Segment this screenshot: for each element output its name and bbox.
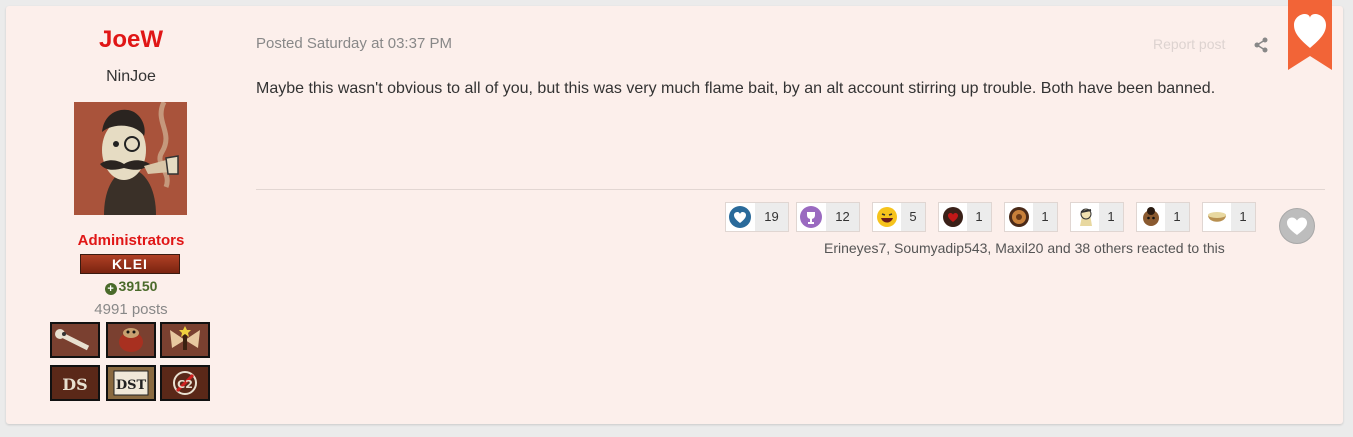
red-heart-reaction-icon xyxy=(943,207,963,227)
svg-text:DST: DST xyxy=(116,378,147,393)
reaction-laugh[interactable]: 5 xyxy=(872,202,926,232)
dst-award-icon[interactable]: DST xyxy=(106,365,156,401)
reaction-character[interactable]: 1 xyxy=(1070,202,1124,232)
medallion-reaction-icon xyxy=(1009,207,1029,227)
character-reaction-icon xyxy=(1080,208,1092,226)
reaction-count: 5 xyxy=(901,203,925,231)
ds-award-icon[interactable]: DS xyxy=(50,365,100,401)
reaction-bowl[interactable]: 1 xyxy=(1202,202,1256,232)
no-entry-award-icon[interactable]: C2 xyxy=(160,365,210,401)
reaction-count: 1 xyxy=(1099,203,1123,231)
reaction-medallion[interactable]: 1 xyxy=(1004,202,1058,232)
reaction-count: 1 xyxy=(967,203,991,231)
ribbon-heart-icon xyxy=(1288,0,1332,70)
reaction-count: 12 xyxy=(826,203,859,231)
post-card: JoeW NinJoe Administrators KLEI +39150 4… xyxy=(6,0,1343,424)
reacted-summary[interactable]: Erineyes7, Soumyadip543, Maxil20 and 38 … xyxy=(824,240,1225,256)
heart-icon xyxy=(1287,217,1307,235)
reaction-count: 1 xyxy=(1033,203,1057,231)
share-icon[interactable] xyxy=(1253,37,1269,58)
author-title: NinJoe xyxy=(106,68,156,85)
reaction-trophy[interactable]: 12 xyxy=(796,202,860,232)
svg-text:DS: DS xyxy=(62,375,87,394)
author-name[interactable]: JoeW xyxy=(6,26,256,54)
reaction-count: 19 xyxy=(755,203,788,231)
reaction-red-heart[interactable]: 1 xyxy=(938,202,992,232)
post-content: Maybe this wasn't obvious to all of you,… xyxy=(256,80,1216,97)
avatar[interactable] xyxy=(74,102,187,215)
reputation: +39150 xyxy=(6,278,256,295)
author-group: Administrators xyxy=(77,232,185,249)
post-meta[interactable]: Posted Saturday at 03:37 PM xyxy=(256,35,452,52)
report-post-link[interactable]: Report post xyxy=(1153,36,1225,52)
reaction-count: 1 xyxy=(1231,203,1255,231)
svg-text:C2: C2 xyxy=(177,378,193,391)
fairy-award-icon[interactable] xyxy=(160,322,210,358)
reputation-value: 39150 xyxy=(118,278,158,294)
divider xyxy=(256,189,1325,190)
plus-icon: + xyxy=(104,283,117,295)
reaction-face[interactable]: 1 xyxy=(1136,202,1190,232)
bone-award-icon[interactable] xyxy=(50,322,100,358)
trophy-reaction-icon xyxy=(800,206,822,228)
spider-award-icon[interactable] xyxy=(106,322,156,358)
klei-badge: KLEI xyxy=(80,254,180,274)
heart-reaction-icon xyxy=(729,206,751,228)
post-count: 4991 posts xyxy=(94,301,168,318)
react-button[interactable] xyxy=(1279,208,1315,244)
bowl-reaction-icon xyxy=(1208,212,1226,222)
laugh-reaction-icon xyxy=(877,207,897,227)
reaction-heart[interactable]: 19 xyxy=(725,202,789,232)
face-reaction-icon xyxy=(1143,207,1159,226)
reaction-count: 1 xyxy=(1165,203,1189,231)
